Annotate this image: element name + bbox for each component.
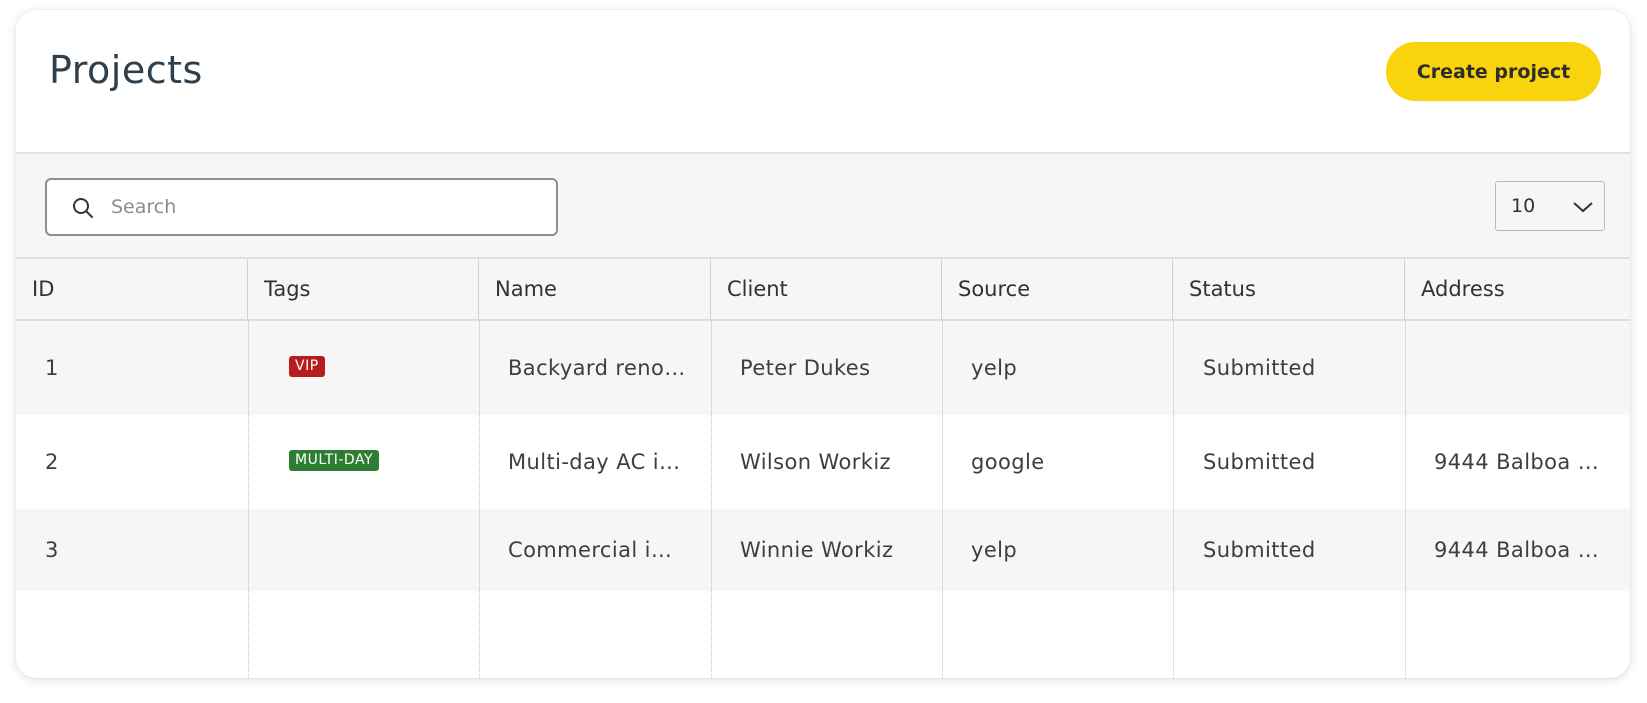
table-row[interactable]: 1 VIP Backyard reno… Peter Dukes yelp Su… (16, 321, 1630, 415)
search-icon (73, 198, 93, 218)
chevron-down-icon (1573, 202, 1593, 213)
cell-source: google (971, 450, 1045, 474)
cell-address (1434, 321, 1609, 415)
table-body: 1 VIP Backyard reno… Peter Dukes yelp Su… (16, 321, 1630, 678)
column-divider (711, 321, 712, 678)
cell-id: 3 (45, 538, 59, 562)
cell-address: 9444 Balboa A… (1434, 538, 1609, 562)
table-row[interactable]: 3 Commercial i… Winnie Workiz yelp Submi… (16, 509, 1630, 591)
column-header-client[interactable]: Client (711, 259, 942, 319)
cell-name[interactable]: Multi-day AC i… (508, 415, 698, 509)
cell-client: Winnie Workiz (740, 538, 894, 562)
page-size-value: 10 (1511, 195, 1536, 217)
cell-tags: VIP (289, 321, 469, 415)
cell-status: Submitted (1203, 356, 1316, 380)
page-title: Projects (49, 48, 203, 92)
column-divider (479, 321, 480, 678)
cell-status: Submitted (1203, 450, 1316, 474)
column-header-id[interactable]: ID (16, 259, 248, 319)
column-header-name[interactable]: Name (479, 259, 711, 319)
column-header-address[interactable]: Address (1405, 259, 1630, 319)
cell-address: 9444 Balboa A… (1434, 450, 1609, 474)
create-project-button[interactable]: Create project (1386, 42, 1601, 101)
cell-id: 1 (45, 356, 59, 380)
tag-badge-multi-day: MULTI-DAY (289, 449, 380, 471)
cell-client: Peter Dukes (740, 356, 871, 380)
column-divider (942, 321, 943, 678)
column-divider (1405, 321, 1406, 678)
column-divider (1173, 321, 1174, 678)
cell-status: Submitted (1203, 538, 1316, 562)
projects-card: Projects Create project 10 ID Tags Name … (16, 10, 1630, 678)
column-header-source[interactable]: Source (942, 259, 1173, 319)
column-header-status[interactable]: Status (1173, 259, 1405, 319)
column-header-tags[interactable]: Tags (248, 259, 479, 319)
table-row[interactable]: 2 MULTI-DAY Multi-day AC i… Wilson Worki… (16, 415, 1630, 509)
table-toolbar: 10 (16, 154, 1630, 259)
cell-name[interactable]: Backyard reno… (508, 321, 698, 415)
cell-source: yelp (971, 356, 1018, 380)
column-divider (248, 321, 249, 678)
page-header: Projects Create project (16, 10, 1630, 154)
search-input[interactable] (109, 190, 539, 224)
cell-name[interactable]: Commercial i… (508, 509, 698, 591)
cell-id: 2 (45, 450, 59, 474)
cell-tags (289, 509, 469, 591)
cell-tags: MULTI-DAY (289, 415, 469, 509)
page-size-select[interactable]: 10 (1495, 181, 1605, 231)
cell-client: Wilson Workiz (740, 450, 891, 474)
tag-badge-vip: VIP (289, 355, 325, 377)
table-header: ID Tags Name Client Source Status Addres… (16, 259, 1630, 321)
cell-source: yelp (971, 538, 1018, 562)
search-box[interactable] (45, 178, 558, 236)
